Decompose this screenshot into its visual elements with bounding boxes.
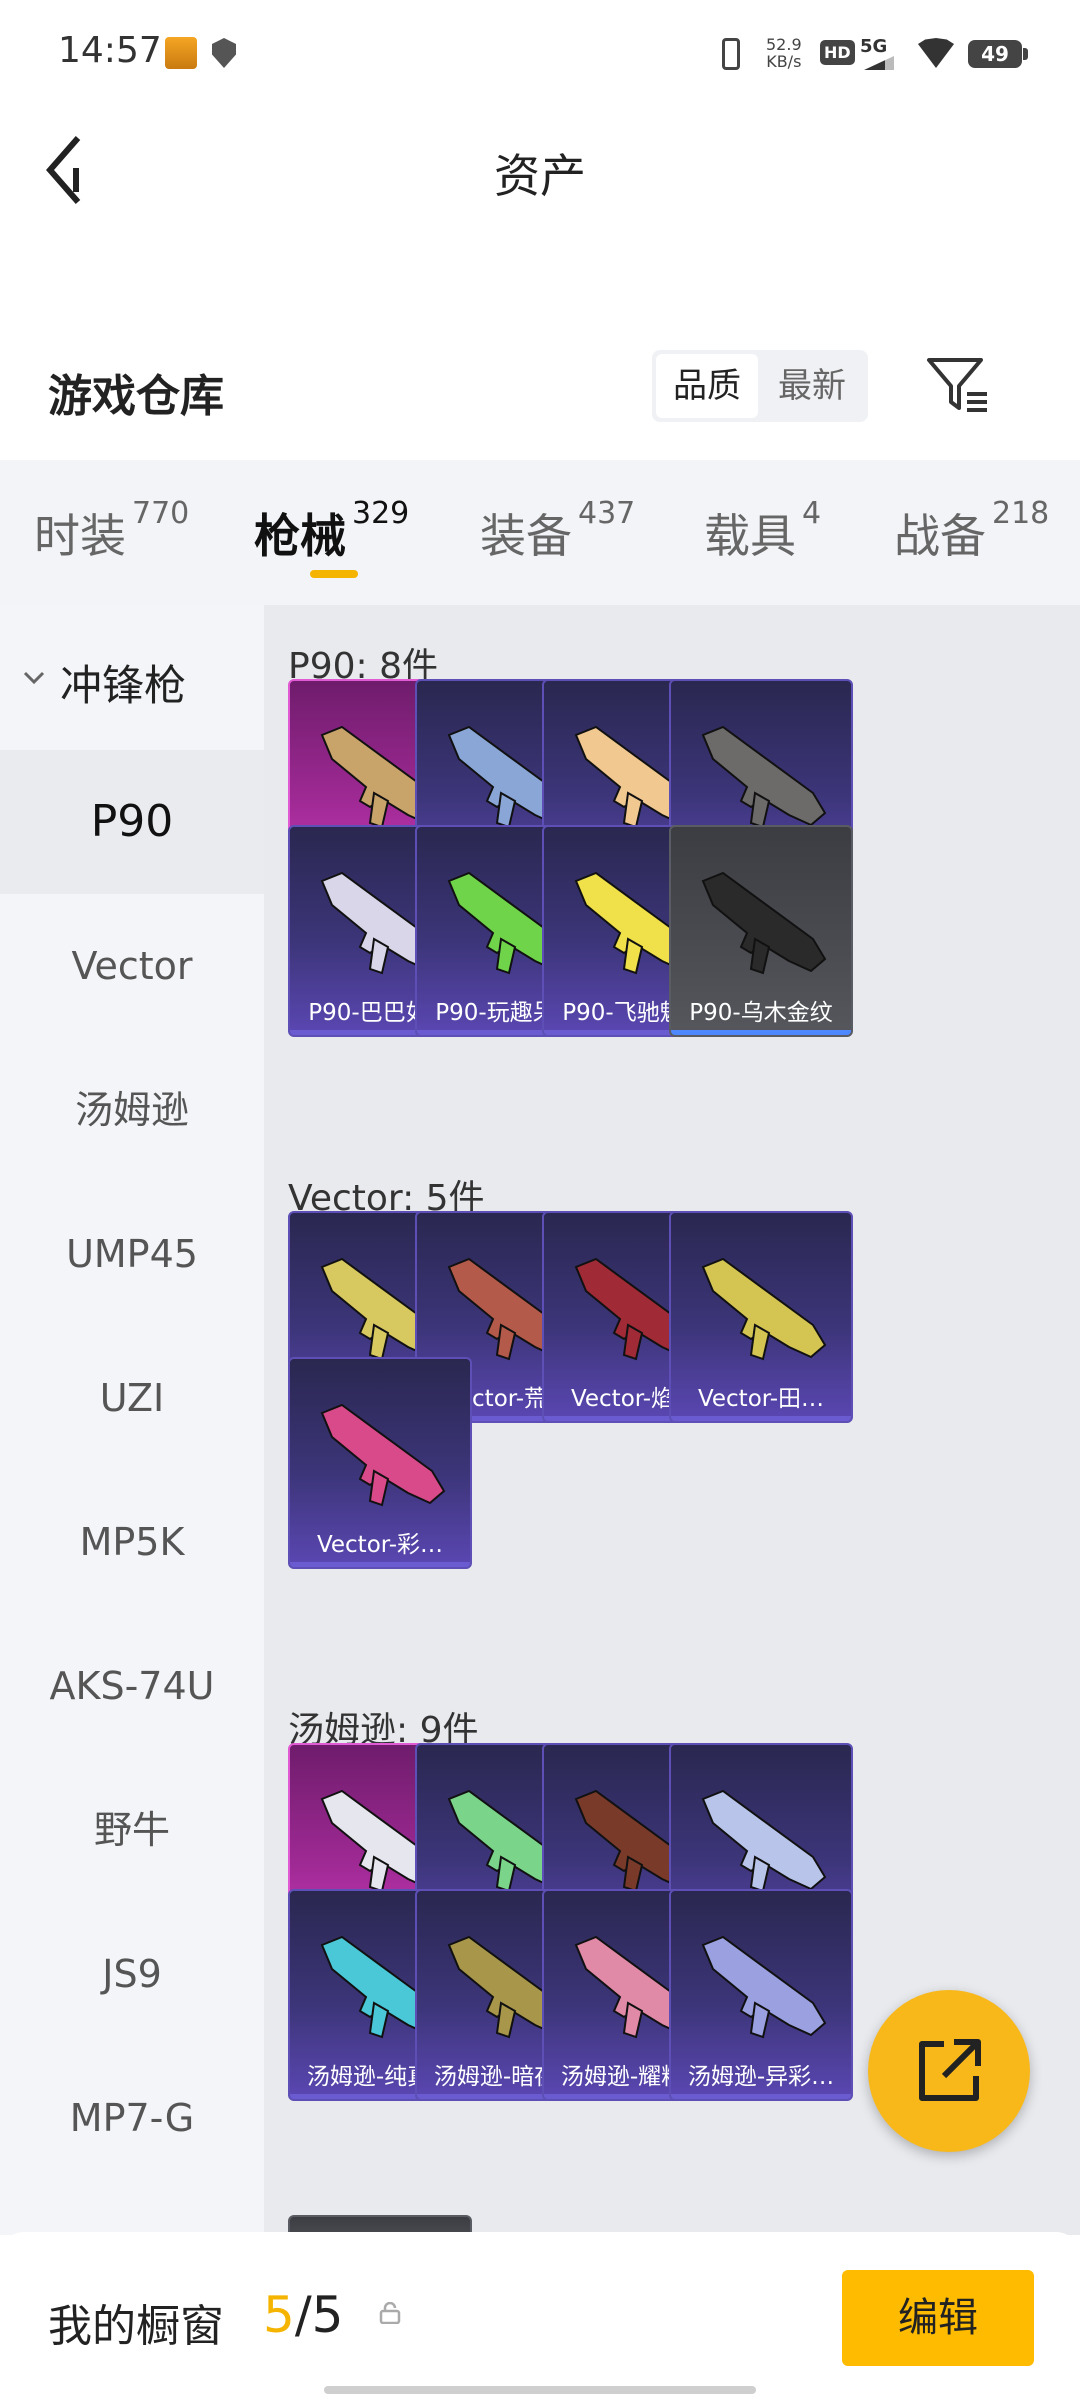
status-time: 14:57 [58, 30, 162, 71]
skin-card[interactable]: Vector-田… [669, 1211, 853, 1423]
sort-quality-button[interactable]: 品质 [656, 354, 758, 418]
shield-icon [212, 38, 236, 68]
rarity-bar [671, 1416, 851, 1421]
vibrate-icon [722, 38, 740, 70]
rarity-bar [671, 1030, 851, 1035]
tab-label: 战备 [894, 509, 986, 563]
skin-card[interactable]: P90-乌木金纹 [669, 825, 853, 1037]
wifi-icon [918, 38, 954, 68]
skin-name: 汤姆逊-异彩… [687, 2064, 835, 2090]
showcase-current: 5 [263, 2286, 295, 2344]
active-tab-indicator [310, 570, 358, 578]
skin-name: Vector-彩… [316, 1532, 444, 1558]
section-title: 游戏仓库 [48, 371, 224, 422]
network-type: 5G [860, 36, 888, 57]
tab-label: 时装 [34, 509, 126, 563]
network-speed: 52.9 KB/s [766, 36, 802, 70]
battery-icon: 49 [968, 40, 1022, 68]
tab-label: 装备 [480, 509, 572, 563]
gun-icon [320, 1403, 446, 1507]
sidebar-item-ump45[interactable]: UMP45 [0, 1182, 264, 1326]
sidebar-item-uzi[interactable]: UZI [0, 1326, 264, 1470]
gun-icon [701, 1257, 827, 1361]
page-title: 资产 [494, 149, 586, 203]
sidebar-item-mp7g[interactable]: MP7-G [0, 2046, 264, 2190]
gun-icon [701, 1935, 827, 2039]
sidebar-item-mp5k[interactable]: MP5K [0, 1470, 264, 1614]
tab-supplies[interactable]: 战备 218 [894, 496, 1049, 566]
net-speed-value: 52.9 [766, 35, 802, 54]
skin-name: P90-乌木金纹 [689, 1000, 833, 1026]
tab-count: 770 [132, 496, 190, 531]
tab-count: 437 [578, 496, 636, 531]
tab-count: 4 [802, 496, 822, 531]
sort-latest-button[interactable]: 最新 [760, 354, 864, 418]
sidebar-item-js9[interactable]: JS9 [0, 1902, 264, 2046]
showcase-count: 5/5 [263, 2286, 343, 2344]
tab-count: 218 [992, 496, 1050, 531]
filter-button[interactable] [925, 356, 991, 414]
tab-label: 载具 [704, 509, 796, 563]
sidebar-item-aks74u[interactable]: AKS-74U [0, 1614, 264, 1758]
status-bar: 14:57 52.9 KB/s HD 5G 49 [0, 0, 1080, 110]
tab-label: 枪械 [254, 509, 346, 563]
sidebar-item-thompson[interactable]: 汤姆逊 [0, 1038, 264, 1182]
skin-card[interactable]: Vector-彩… [288, 1357, 472, 1569]
filter-icon [927, 358, 987, 412]
chevron-down-icon [23, 671, 45, 685]
sidebar-item-p90[interactable]: P90 [0, 750, 264, 894]
sort-toggle: 品质 最新 [652, 350, 868, 422]
app-notification-icon [165, 37, 197, 69]
tab-guns[interactable]: 枪械 329 [254, 496, 409, 566]
lock-icon [379, 2302, 401, 2324]
net-speed-unit: KB/s [766, 52, 802, 71]
home-indicator[interactable] [324, 2386, 756, 2394]
category-label: 冲锋枪 [60, 661, 187, 710]
external-link-icon [919, 2039, 981, 2101]
rarity-bar [290, 1562, 470, 1567]
battery-tip [1023, 48, 1028, 60]
share-button[interactable] [868, 1990, 1030, 2152]
showcase-label: 我的橱窗 [48, 2301, 224, 2352]
sidebar-item-bizon[interactable]: 野牛 [0, 1758, 264, 1902]
tab-vehicles[interactable]: 载具 4 [704, 496, 821, 566]
signal-icon [864, 56, 894, 70]
skin-card[interactable]: 汤姆逊-异彩… [669, 1889, 853, 2101]
hd-icon: HD [820, 40, 855, 65]
skin-name: Vector-田… [697, 1386, 825, 1412]
showcase-total: /5 [294, 2286, 344, 2344]
sidebar-item-vector[interactable]: Vector [0, 894, 264, 1038]
edit-button[interactable]: 编辑 [842, 2270, 1034, 2366]
tab-gear[interactable]: 装备 437 [480, 496, 635, 566]
tab-outfits[interactable]: 时装 770 [34, 496, 189, 566]
rarity-bar [671, 2094, 851, 2099]
gun-icon [701, 871, 827, 975]
tab-count: 329 [352, 496, 410, 531]
